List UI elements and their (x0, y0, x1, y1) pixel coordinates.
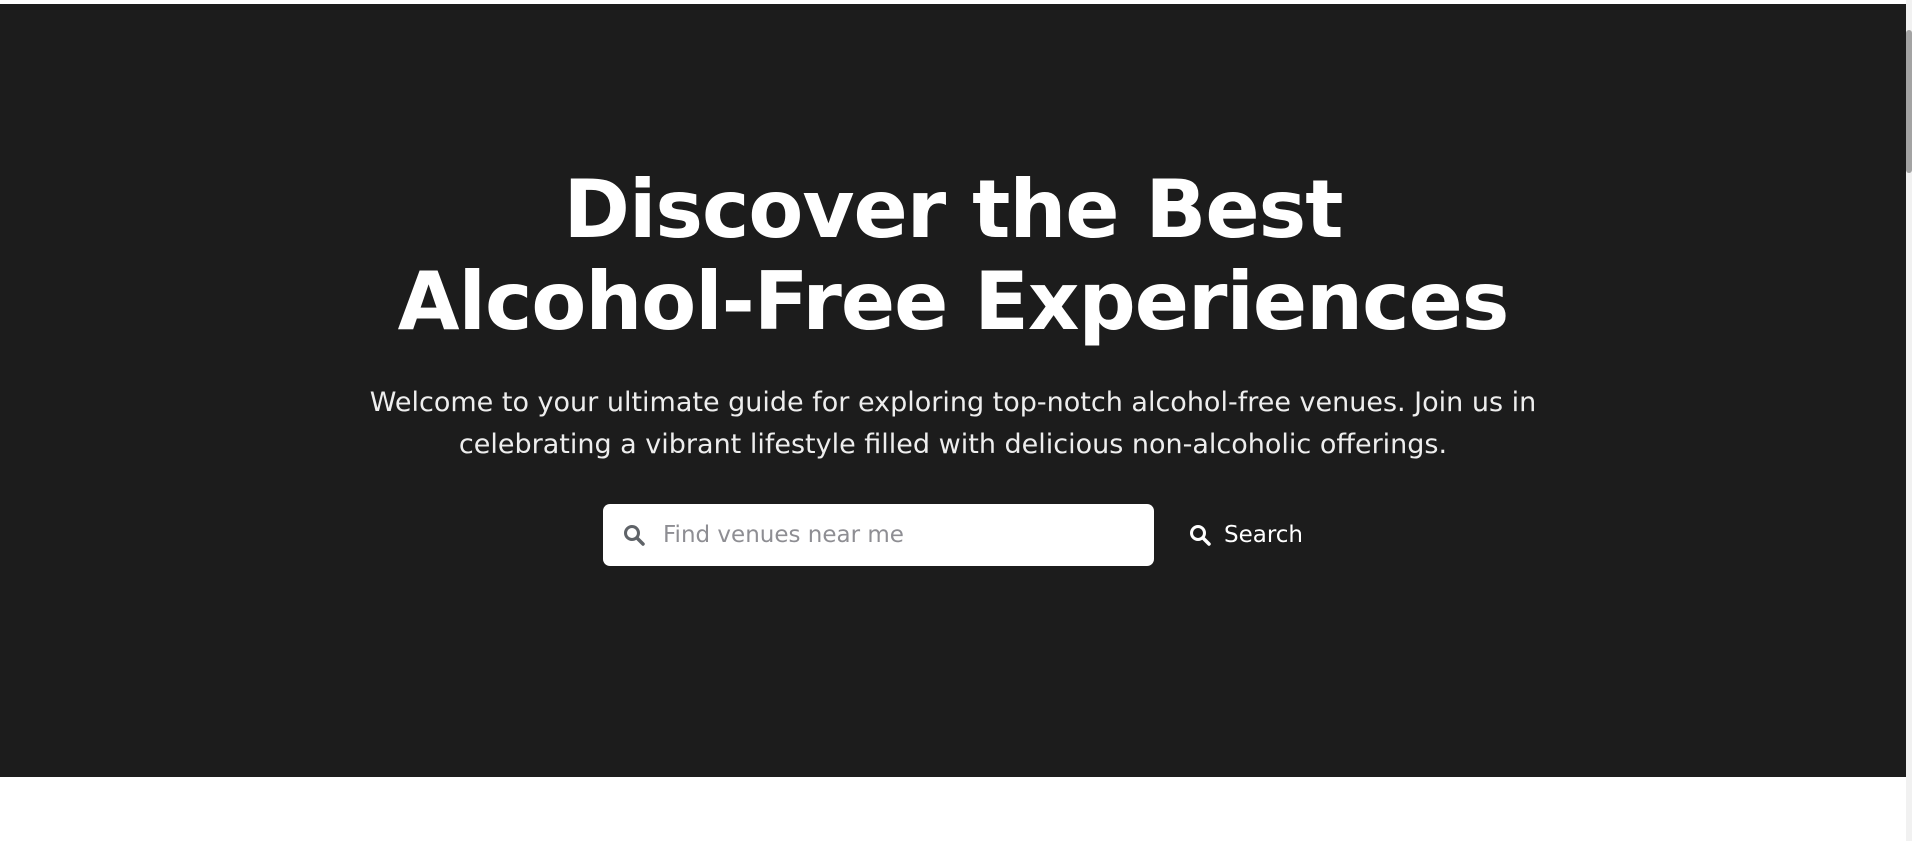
search-icon (1186, 521, 1214, 549)
page: Discover the Best Alcohol-Free Experienc… (0, 0, 1912, 841)
hero-subtitle: Welcome to your ultimate guide for explo… (369, 387, 1537, 460)
search-button-label: Search (1223, 522, 1303, 548)
hero-title: Discover the Best Alcohol-Free Experienc… (397, 163, 1510, 348)
search-form: Search (603, 504, 1303, 566)
hero-content: Discover the Best Alcohol-Free Experienc… (0, 164, 1906, 566)
search-input[interactable] (661, 509, 1135, 561)
scrollbar-thumb[interactable] (1906, 30, 1912, 173)
hero-section: Discover the Best Alcohol-Free Experienc… (0, 4, 1906, 777)
search-icon (619, 520, 649, 550)
page-scrollbar[interactable] (1906, 0, 1912, 841)
search-button[interactable]: Search (1186, 510, 1303, 560)
search-box[interactable] (603, 504, 1154, 566)
